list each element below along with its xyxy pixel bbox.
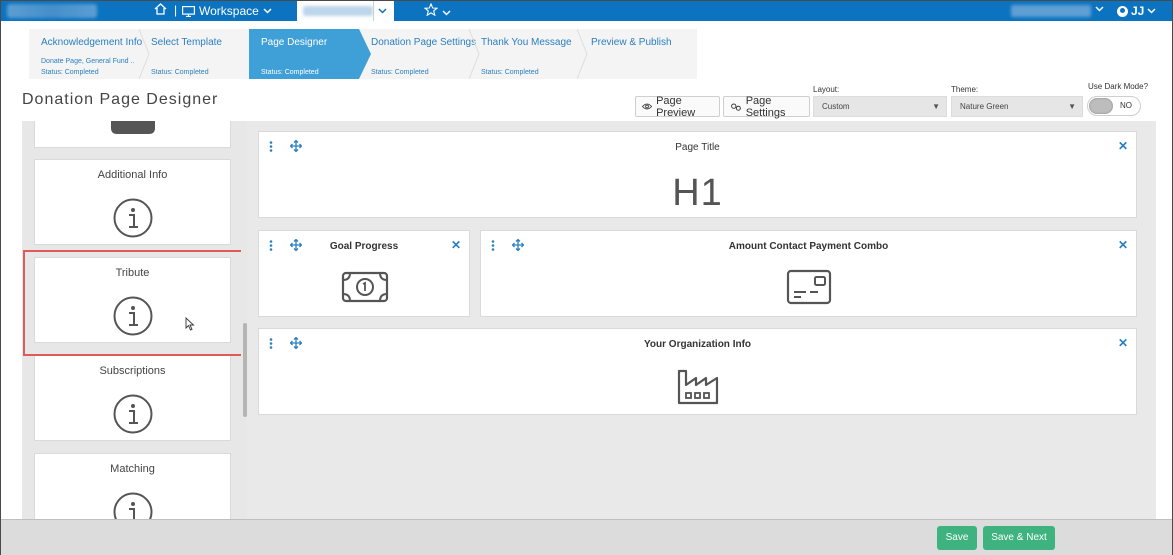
close-icon[interactable]: ✕ <box>451 238 461 252</box>
step-label: Select Template <box>151 37 222 48</box>
organization-name-redacted <box>303 6 373 16</box>
dark-mode-value: NO <box>1120 101 1132 110</box>
save-button[interactable]: Save <box>937 526 977 550</box>
block-amount-contact-payment-combo[interactable]: Amount Contact Payment Combo ✕ <box>480 230 1137 317</box>
page-title: Donation Page Designer <box>22 91 219 108</box>
highlight-box <box>23 250 243 356</box>
theme-select[interactable]: Nature Green ▼ <box>951 96 1083 117</box>
layout-label: Layout: <box>813 85 840 94</box>
close-icon[interactable]: ✕ <box>1118 336 1128 350</box>
top-nav-bar: | Workspace JJ <box>1 1 1172 21</box>
h1-placeholder: H1 <box>672 172 723 214</box>
block-organization-info[interactable]: Your Organization Info ✕ <box>258 328 1137 415</box>
step-donation-page-settings[interactable]: Donation Page Settings Status: Completed <box>359 29 476 79</box>
user-initials: JJ <box>1131 4 1145 18</box>
step-status: Status: Completed <box>151 69 209 76</box>
user-menu[interactable]: JJ <box>1117 4 1156 18</box>
page-settings-button[interactable]: Page Settings <box>723 94 810 119</box>
user-avatar-icon <box>1117 5 1128 17</box>
component-card-video[interactable] <box>34 121 231 148</box>
dropdown-arrow-icon: ▼ <box>1068 102 1076 111</box>
mouse-cursor-icon <box>185 317 195 331</box>
layout-value: Custom <box>822 102 850 111</box>
step-label: Preview & Publish <box>591 37 672 48</box>
workspace-menu[interactable]: Workspace <box>182 4 272 18</box>
organization-selector[interactable] <box>297 1 394 21</box>
star-icon <box>423 2 439 17</box>
theme-value: Nature Green <box>960 102 1009 111</box>
block-title: Goal Progress <box>329 241 399 252</box>
workspace-label: Workspace <box>199 4 259 18</box>
step-thank-you-message[interactable]: Thank You Message Status: Completed <box>469 29 579 79</box>
app-logo[interactable] <box>7 4 97 18</box>
component-card-subscriptions[interactable]: Subscriptions <box>34 355 231 441</box>
dark-mode-label: Use Dark Mode? <box>1088 82 1149 91</box>
page-preview-label: Page Preview <box>656 94 696 119</box>
layout-select[interactable]: Custom ▼ <box>813 96 947 117</box>
block-title: Amount Contact Payment Combo <box>728 241 889 252</box>
video-icon <box>111 121 155 134</box>
chevron-down-icon[interactable] <box>1095 4 1104 15</box>
chevron-down-icon <box>442 10 451 16</box>
close-icon[interactable]: ✕ <box>1118 139 1128 153</box>
chevron-down-icon <box>1147 8 1156 14</box>
step-label: Thank You Message <box>481 37 572 48</box>
block-goal-progress[interactable]: Goal Progress ✕ <box>258 230 470 317</box>
info-icon <box>113 198 153 238</box>
component-title: Additional Info <box>97 169 168 181</box>
step-status: Status: Completed <box>371 69 429 76</box>
block-title: Your Organization Info <box>643 339 752 350</box>
favorites-menu[interactable] <box>423 2 451 19</box>
card-icon <box>786 269 832 305</box>
money-icon <box>341 271 389 303</box>
info-icon <box>113 394 153 434</box>
nav-separator: | <box>174 3 178 17</box>
chevron-down-icon <box>263 8 272 14</box>
step-label: Acknowledgement Info <box>41 37 143 48</box>
eye-icon <box>642 103 653 110</box>
component-card-matching[interactable]: Matching <box>34 453 231 519</box>
step-status: Status: Completed <box>261 69 319 76</box>
dark-mode-toggle[interactable]: NO <box>1087 96 1141 116</box>
wizard-steps: Acknowledgement Info Donate Page, Genera… <box>29 29 697 79</box>
home-icon[interactable] <box>154 3 167 18</box>
step-select-template[interactable]: Select Template Status: Completed <box>139 29 249 79</box>
info-icon <box>113 492 153 519</box>
chevron-down-icon <box>373 1 391 21</box>
theme-label: Theme: <box>951 85 979 94</box>
step-page-designer[interactable]: Page Designer Status: Completed <box>249 29 371 79</box>
user-org-redacted[interactable] <box>1011 5 1091 17</box>
block-title: Page Title <box>675 142 720 153</box>
page-preview-button[interactable]: Page Preview <box>635 94 720 119</box>
toggle-knob <box>1089 98 1113 114</box>
save-next-button[interactable]: Save & Next <box>983 526 1055 550</box>
monitor-icon <box>182 5 195 17</box>
page-settings-label: Page Settings <box>745 94 786 119</box>
block-page-title[interactable]: Page Title ✕ H1 <box>258 131 1137 218</box>
factory-icon <box>677 369 719 405</box>
component-title: Subscriptions <box>99 365 166 377</box>
step-preview-publish[interactable]: Preview & Publish <box>579 29 697 79</box>
gears-icon <box>731 103 741 111</box>
dropdown-arrow-icon: ▼ <box>932 102 940 111</box>
component-card-additional-info[interactable]: Additional Info <box>34 159 231 245</box>
step-acknowledgement-info[interactable]: Acknowledgement Info Donate Page, Genera… <box>29 29 143 79</box>
component-title: Matching <box>110 463 155 475</box>
step-status: Status: Completed <box>481 69 539 76</box>
step-status: Status: Completed <box>41 69 99 76</box>
close-icon[interactable]: ✕ <box>1118 238 1128 252</box>
step-label: Donation Page Settings <box>371 37 477 48</box>
step-detail: Donate Page, General Fund .. <box>41 58 135 65</box>
step-label: Page Designer <box>261 37 328 48</box>
